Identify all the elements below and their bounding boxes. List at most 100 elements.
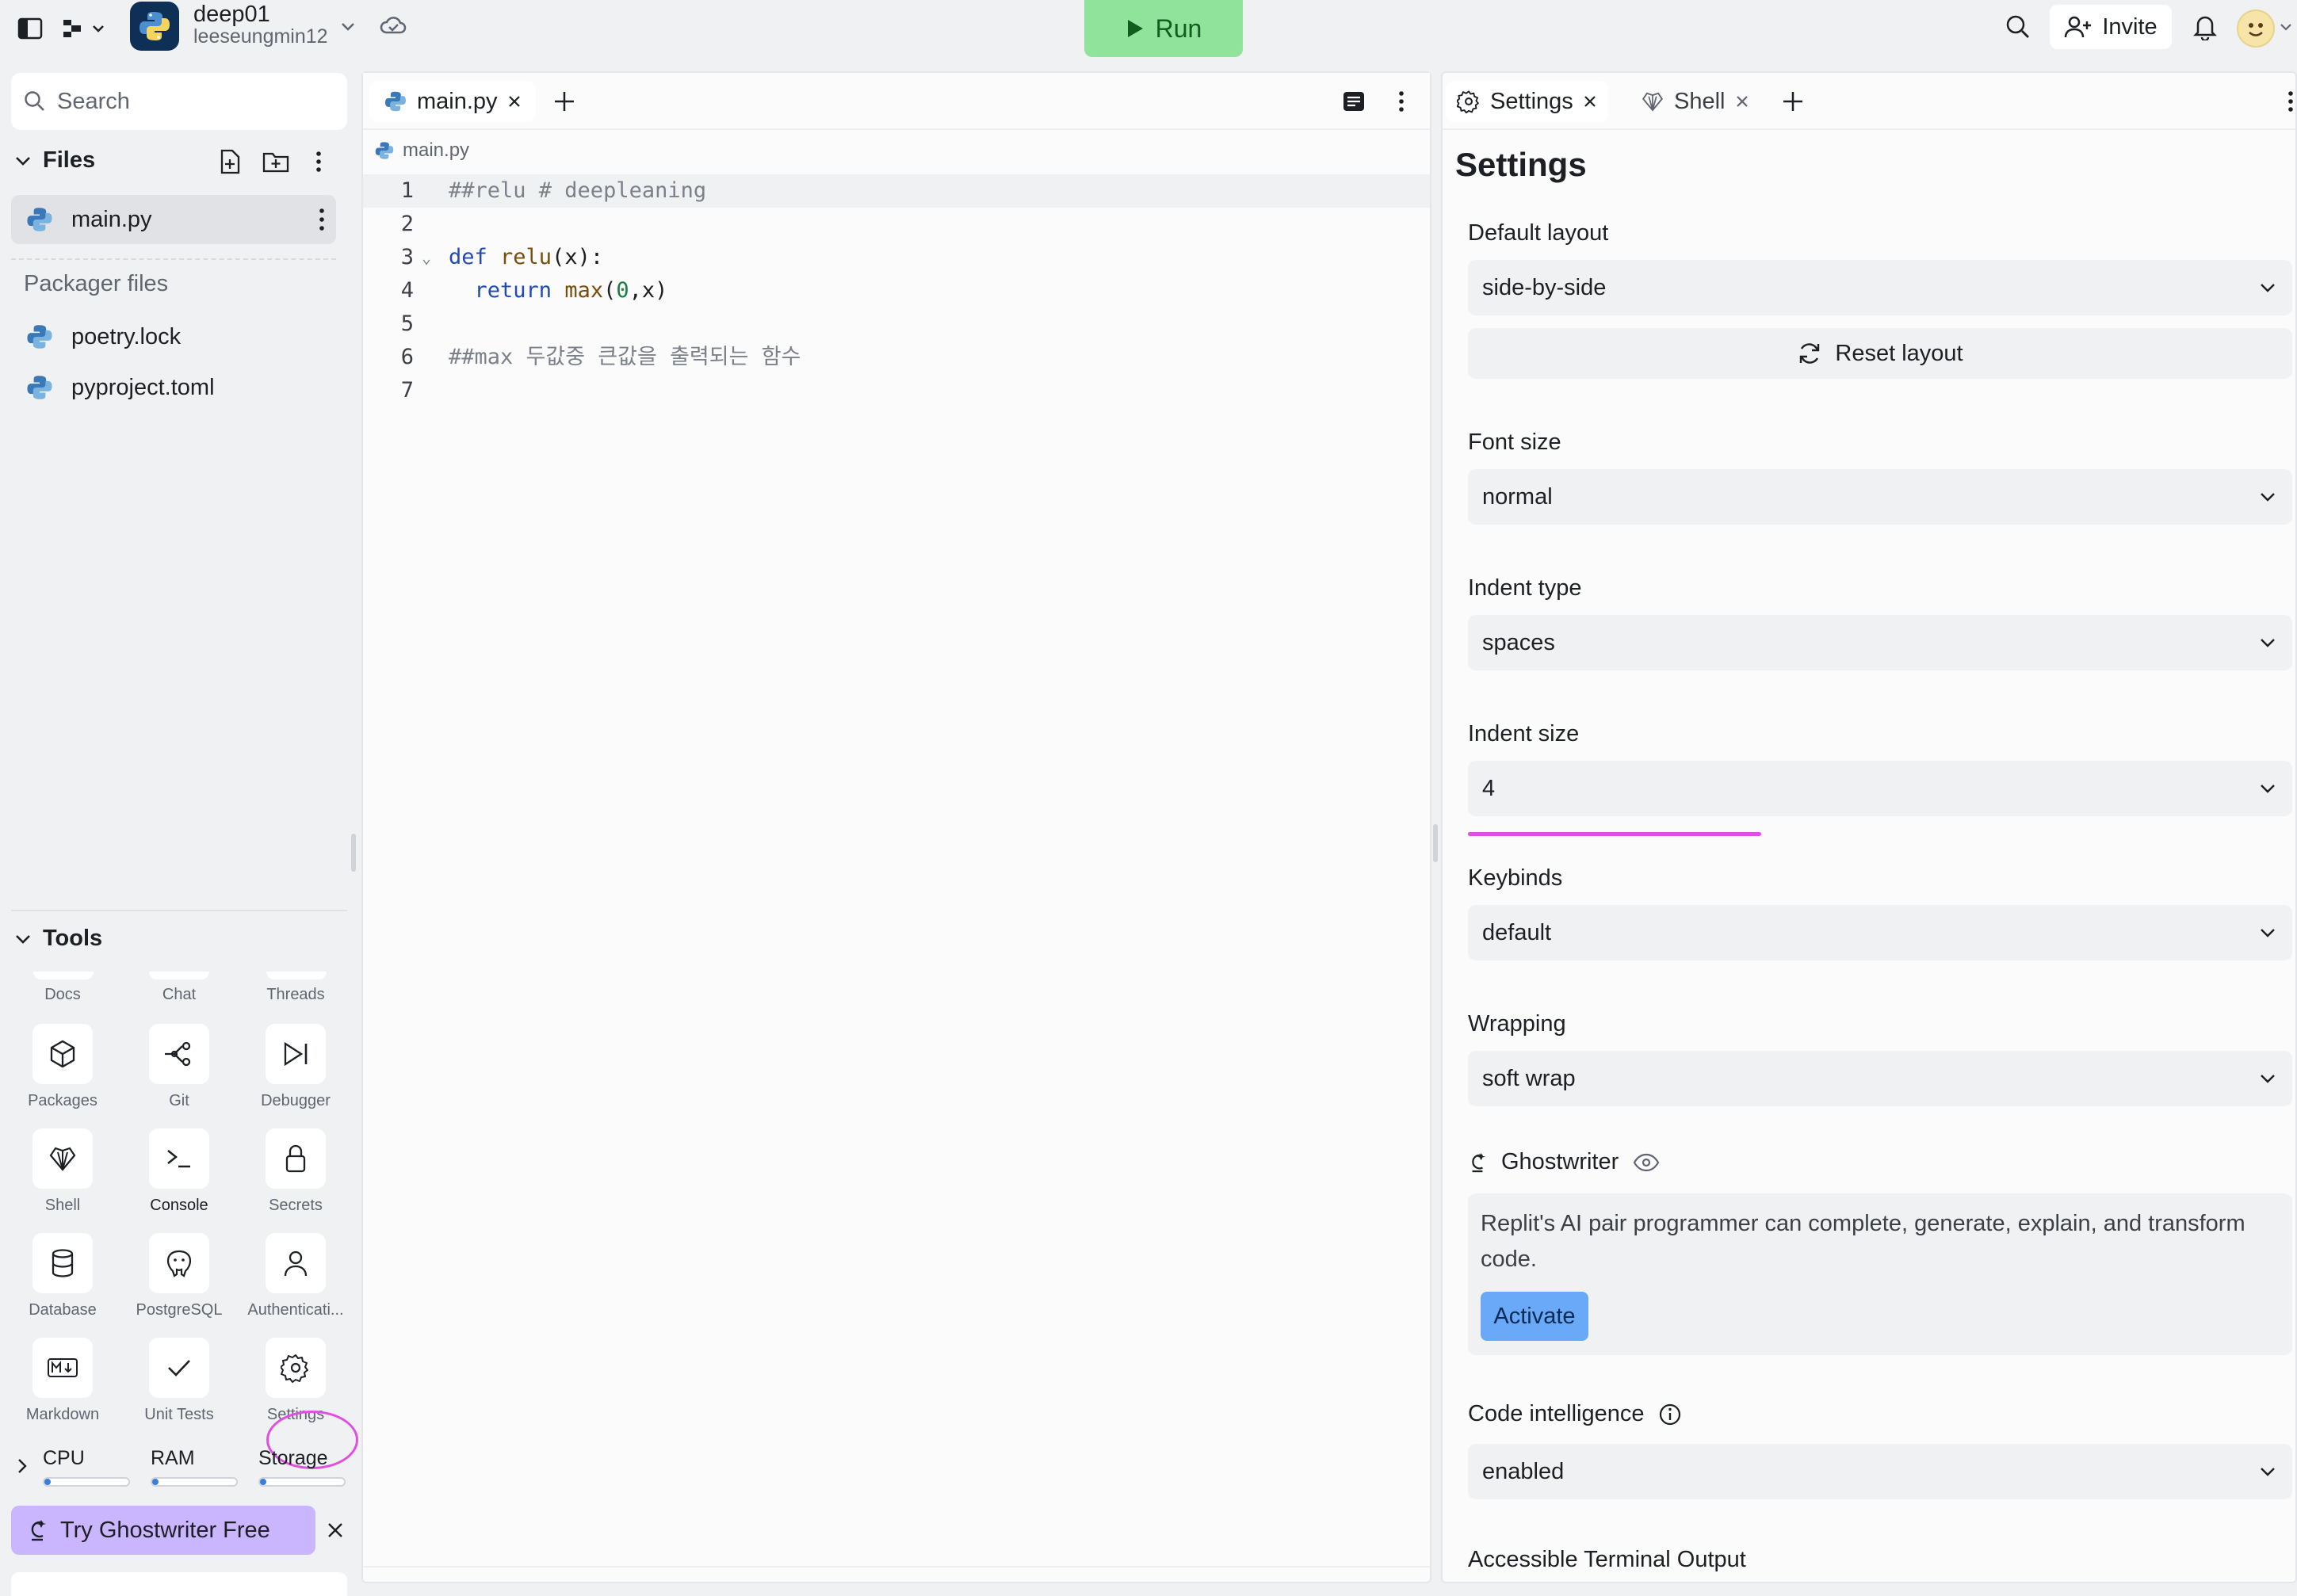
new-tab-icon[interactable]	[1777, 86, 1809, 117]
wrapping-select[interactable]: soft wrap	[1468, 1051, 2292, 1106]
accessible-terminal-label: Accessible Terminal Output	[1468, 1547, 1746, 1572]
tool-docs-label[interactable]: Docs	[11, 986, 114, 1004]
tool-docs-button-edge[interactable]	[33, 972, 94, 979]
tools-section-header[interactable]: Tools	[14, 926, 102, 952]
more-vertical-icon[interactable]	[319, 208, 325, 231]
sidebar-resize-handle[interactable]	[351, 834, 356, 872]
code-token: relu	[500, 245, 552, 269]
file-row-pyproject-toml[interactable]: pyproject.toml	[11, 363, 336, 412]
check-icon	[168, 1360, 190, 1376]
reset-layout-button[interactable]: Reset layout	[1468, 328, 2292, 379]
repl-name[interactable]: deep01	[193, 2, 270, 28]
code-area[interactable]: 1 ##relu # deepleaning 2 3 ⌄ def relu(x): 4 re…	[363, 174, 1430, 407]
close-icon[interactable]	[1583, 94, 1597, 109]
try-ghostwriter-banner[interactable]: Try Ghostwriter Free	[11, 1506, 315, 1555]
tab-shell[interactable]: Shell	[1641, 81, 1749, 122]
tool-authentication[interactable]: Authenticati...	[244, 1233, 347, 1319]
font-size-select[interactable]: normal	[1468, 469, 2292, 525]
code-line[interactable]: 6 ##max 두값중 큰값을 출력되는 함수	[363, 341, 1430, 374]
code-line[interactable]: 4 return max(0,x)	[363, 274, 1430, 307]
tool-git[interactable]: Git	[128, 1024, 231, 1110]
python-repl-icon[interactable]	[130, 2, 179, 51]
bell-icon[interactable]	[2189, 10, 2221, 44]
tool-markdown[interactable]: Markdown	[11, 1338, 114, 1424]
default-layout-select[interactable]: side-by-side	[1468, 260, 2292, 315]
indent-type-select[interactable]: spaces	[1468, 615, 2292, 670]
code-line[interactable]: 2	[363, 208, 1430, 241]
python-file-icon	[27, 325, 52, 349]
invite-label: Invite	[2102, 13, 2157, 40]
tool-settings[interactable]: Settings	[244, 1338, 347, 1424]
font-size-label: Font size	[1468, 430, 1561, 455]
tab-label: main.py	[417, 88, 498, 114]
close-icon[interactable]	[1735, 94, 1749, 109]
tool-console[interactable]: Console	[128, 1128, 231, 1215]
tab-main-py[interactable]: main.py	[369, 81, 536, 122]
info-icon[interactable]	[1658, 1403, 1682, 1426]
wrapping-label: Wrapping	[1468, 1011, 1566, 1037]
files-more-icon[interactable]	[308, 147, 330, 176]
activate-button[interactable]: Activate	[1481, 1292, 1588, 1341]
run-button[interactable]: Run	[1084, 0, 1243, 57]
tab-settings[interactable]: Settings	[1446, 81, 1608, 122]
code-intelligence-label: Code intelligence	[1468, 1401, 1645, 1426]
tool-debugger[interactable]: Debugger	[244, 1024, 347, 1110]
editor-scrollbar[interactable]	[363, 1566, 1430, 1582]
tool-chat-button-edge[interactable]	[149, 972, 209, 979]
code-line[interactable]: 3 ⌄ def relu(x):	[363, 241, 1430, 274]
code-line[interactable]: 5	[363, 307, 1430, 341]
tool-shell[interactable]: Shell	[11, 1128, 114, 1215]
eye-icon[interactable]	[1633, 1153, 1660, 1172]
close-icon[interactable]	[507, 94, 522, 109]
settings-tab-bar: Settings Shell	[1443, 73, 2295, 130]
toggle-sidebar-icon[interactable]	[16, 14, 44, 43]
close-icon[interactable]	[322, 1517, 349, 1544]
chevron-down-icon[interactable]	[338, 16, 358, 36]
search-input[interactable]	[55, 87, 325, 116]
keybinds-select[interactable]: default	[1468, 905, 2292, 960]
format-icon[interactable]	[1338, 86, 1370, 117]
tool-threads-label[interactable]: Threads	[244, 986, 347, 1004]
replit-logo-menu[interactable]	[59, 13, 109, 44]
pane-more-icon[interactable]	[2283, 86, 2295, 117]
search-icon	[25, 91, 44, 111]
chevron-right-icon[interactable]	[13, 1452, 32, 1480]
search-icon[interactable]	[2001, 10, 2035, 44]
file-row-main-py[interactable]: main.py	[11, 195, 336, 244]
new-tab-icon[interactable]	[548, 86, 580, 117]
tool-postgresql[interactable]: PostgreSQL	[128, 1233, 231, 1319]
tool-threads-button-edge[interactable]	[266, 972, 327, 979]
editor-more-icon[interactable]	[1390, 86, 1412, 117]
repl-owner[interactable]: leeseungmin12	[193, 25, 328, 48]
new-file-icon[interactable]	[216, 147, 244, 176]
code-line[interactable]: 1 ##relu # deepleaning	[363, 174, 1430, 208]
tool-secrets[interactable]: Secrets	[244, 1128, 347, 1215]
tool-database[interactable]: Database	[11, 1233, 114, 1319]
pane-resize-handle[interactable]	[1433, 824, 1438, 862]
code-line[interactable]: 7	[363, 374, 1430, 407]
new-folder-icon[interactable]	[260, 147, 292, 176]
files-section-header[interactable]: Files	[14, 147, 95, 174]
line-number: 2	[400, 212, 414, 236]
user-avatar[interactable]	[2237, 10, 2275, 48]
fold-chevron-icon[interactable]: ⌄	[422, 241, 431, 274]
chevron-down-icon[interactable]	[2278, 19, 2294, 35]
packager-files-title: Packager files	[24, 271, 169, 296]
run-label: Run	[1155, 13, 1202, 43]
python-file-icon	[27, 208, 52, 231]
gear-icon	[281, 1354, 308, 1383]
tool-unit-tests[interactable]: Unit Tests	[128, 1338, 231, 1424]
tool-chat-label[interactable]: Chat	[128, 986, 231, 1004]
search-box[interactable]	[11, 73, 347, 130]
indent-size-select[interactable]: 4	[1468, 761, 2292, 816]
code-intelligence-select[interactable]: enabled	[1468, 1444, 2292, 1499]
tool-packages[interactable]: Packages	[11, 1024, 114, 1110]
file-row-poetry-lock[interactable]: poetry.lock	[11, 312, 336, 361]
breadcrumb: main.py	[374, 139, 469, 162]
invite-button[interactable]: Invite	[2050, 5, 2172, 49]
code-intelligence-header: Code intelligence	[1468, 1401, 1682, 1427]
select-value: 4	[1482, 775, 1496, 801]
breadcrumb-file[interactable]: main.py	[403, 139, 469, 162]
cloud-saved-icon[interactable]	[377, 11, 409, 40]
